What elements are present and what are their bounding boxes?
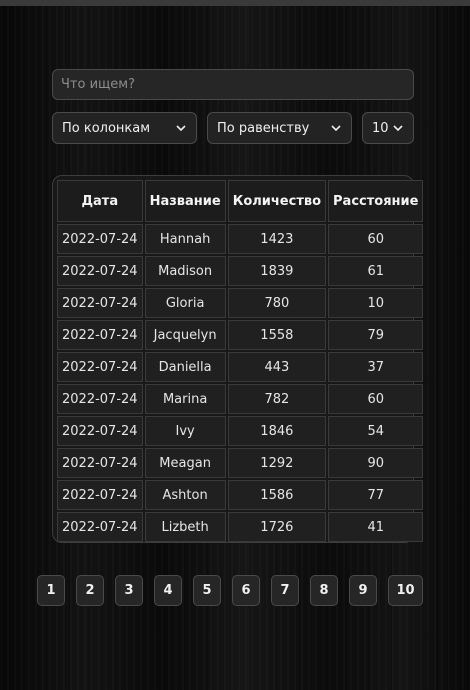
match-mode-select-label: По равенству xyxy=(217,120,310,136)
chevron-down-icon xyxy=(331,125,341,132)
cell-name: Marina xyxy=(144,384,226,414)
cell-name: Hannah xyxy=(144,224,226,254)
cell-distance: 10 xyxy=(328,288,424,318)
cell-date: 2022-07-24 xyxy=(57,480,143,510)
cell-quantity: 1423 xyxy=(227,224,327,254)
cell-distance: 79 xyxy=(328,320,424,350)
cell-distance: 60 xyxy=(328,224,424,254)
cell-name: Jacquelyn xyxy=(144,320,226,350)
cell-distance: 77 xyxy=(328,480,424,510)
top-strip xyxy=(0,0,470,6)
cell-name: Lizbeth xyxy=(144,512,226,542)
page-button-5[interactable]: 5 xyxy=(193,575,221,606)
table-row: 2022-07-24 Ivy 1846 54 xyxy=(57,416,424,446)
data-table-container: Дата Название Количество Расстояние 2022… xyxy=(52,175,424,543)
page-button-4[interactable]: 4 xyxy=(154,575,182,606)
column-select-label: По колонкам xyxy=(62,120,151,136)
table-row: 2022-07-24 Daniella 443 37 xyxy=(57,352,424,382)
table-row: 2022-07-24 Lizbeth 1726 41 xyxy=(57,512,424,542)
cell-name: Meagan xyxy=(144,448,226,478)
cell-name: Ivy xyxy=(144,416,226,446)
page-button-6[interactable]: 6 xyxy=(232,575,260,606)
cell-date: 2022-07-24 xyxy=(57,256,143,286)
chevron-down-icon xyxy=(176,125,186,132)
page-button-9[interactable]: 9 xyxy=(349,575,377,606)
column-header-name[interactable]: Название xyxy=(144,180,226,222)
cell-date: 2022-07-24 xyxy=(57,416,143,446)
cell-distance: 41 xyxy=(328,512,424,542)
cell-quantity: 1586 xyxy=(227,480,327,510)
cell-distance: 54 xyxy=(328,416,424,446)
cell-quantity: 1726 xyxy=(227,512,327,542)
cell-date: 2022-07-24 xyxy=(57,384,143,414)
cell-distance: 90 xyxy=(328,448,424,478)
table-row: 2022-07-24 Jacquelyn 1558 79 xyxy=(57,320,424,350)
cell-quantity: 1558 xyxy=(227,320,327,350)
table-row: 2022-07-24 Hannah 1423 60 xyxy=(57,224,424,254)
page-size-select-label: 10 xyxy=(372,120,389,136)
cell-quantity: 782 xyxy=(227,384,327,414)
cell-quantity: 780 xyxy=(227,288,327,318)
cell-date: 2022-07-24 xyxy=(57,448,143,478)
page-button-1[interactable]: 1 xyxy=(37,575,65,606)
cell-distance: 60 xyxy=(328,384,424,414)
data-table: Дата Название Количество Расстояние 2022… xyxy=(55,178,425,544)
page-button-8[interactable]: 8 xyxy=(310,575,338,606)
column-header-quantity[interactable]: Количество xyxy=(227,180,327,222)
cell-date: 2022-07-24 xyxy=(57,224,143,254)
cell-date: 2022-07-24 xyxy=(57,288,143,318)
cell-date: 2022-07-24 xyxy=(57,352,143,382)
cell-distance: 61 xyxy=(328,256,424,286)
table-header-row: Дата Название Количество Расстояние xyxy=(57,180,424,222)
match-mode-select[interactable]: По равенству xyxy=(207,112,352,144)
table-row: 2022-07-24 Marina 782 60 xyxy=(57,384,424,414)
pagination: 1 2 3 4 5 6 7 8 9 10 xyxy=(37,575,423,606)
column-select[interactable]: По колонкам xyxy=(52,112,197,144)
page-button-7[interactable]: 7 xyxy=(271,575,299,606)
cell-name: Daniella xyxy=(144,352,226,382)
table-row: 2022-07-24 Ashton 1586 77 xyxy=(57,480,424,510)
page-button-10[interactable]: 10 xyxy=(388,575,423,606)
column-header-date[interactable]: Дата xyxy=(57,180,143,222)
cell-quantity: 443 xyxy=(227,352,327,382)
cell-name: Gloria xyxy=(144,288,226,318)
table-row: 2022-07-24 Meagan 1292 90 xyxy=(57,448,424,478)
column-header-distance[interactable]: Расстояние xyxy=(328,180,424,222)
cell-quantity: 1292 xyxy=(227,448,327,478)
cell-name: Ashton xyxy=(144,480,226,510)
search-input[interactable] xyxy=(52,69,414,100)
page-button-3[interactable]: 3 xyxy=(115,575,143,606)
page-button-2[interactable]: 2 xyxy=(76,575,104,606)
cell-quantity: 1839 xyxy=(227,256,327,286)
chevron-down-icon xyxy=(393,125,403,132)
table-row: 2022-07-24 Madison 1839 61 xyxy=(57,256,424,286)
cell-quantity: 1846 xyxy=(227,416,327,446)
cell-distance: 37 xyxy=(328,352,424,382)
cell-date: 2022-07-24 xyxy=(57,320,143,350)
cell-date: 2022-07-24 xyxy=(57,512,143,542)
page-size-select[interactable]: 10 xyxy=(362,112,414,144)
table-row: 2022-07-24 Gloria 780 10 xyxy=(57,288,424,318)
cell-name: Madison xyxy=(144,256,226,286)
